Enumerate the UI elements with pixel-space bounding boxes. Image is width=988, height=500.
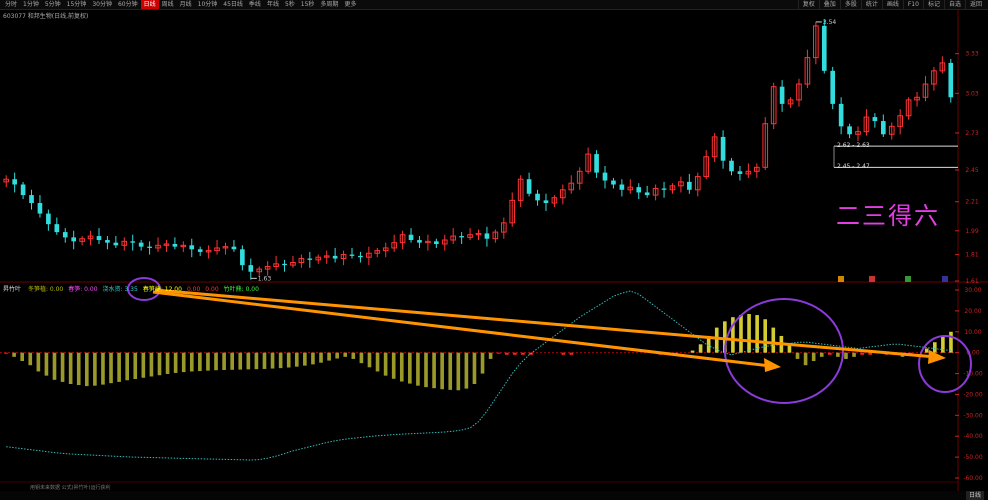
indicator-tick-label: 30.00 (964, 287, 981, 294)
price-tick-label: 3.33 (965, 51, 979, 58)
candle (172, 243, 178, 247)
candle (838, 103, 844, 127)
price-tick-label: 2.73 (965, 130, 979, 137)
candle (821, 25, 827, 71)
indicator-tick-label: 10.00 (964, 329, 981, 336)
candle (644, 192, 650, 196)
candle (661, 188, 667, 190)
candle (197, 249, 203, 252)
candle (189, 245, 195, 250)
candle (417, 240, 422, 243)
candle (71, 237, 77, 242)
candle (847, 126, 852, 135)
indicator-tick-label: -60.00 (963, 475, 983, 482)
indicator-value: 浇水资: 3.35 (102, 286, 138, 293)
annotation-text: 二三得六 (836, 202, 940, 230)
range-lower-label: 2.45 - 2.47 (837, 163, 870, 170)
candle (248, 265, 254, 272)
candle (349, 254, 355, 256)
indicator-tick-label: -40.00 (963, 433, 983, 440)
signal-flag[interactable] (869, 276, 875, 282)
indicator-value: 春笋捷: 12.00 (142, 286, 182, 293)
candle (307, 258, 313, 260)
candle (46, 213, 51, 225)
kline-chart[interactable]: 3.33 3.03 2.73 2.45 2.21 1.99 1.81 1.61 30.00 20.… (0, 0, 988, 500)
candle (434, 241, 439, 244)
daily-button[interactable]: 日线 (965, 491, 984, 500)
price-tick-label: 3.03 (965, 90, 979, 97)
candle (619, 184, 625, 190)
indicator-value: 0.00 (205, 286, 219, 293)
indicator-name[interactable]: 昇竹叶 (3, 286, 21, 293)
candle (948, 62, 954, 98)
candle (594, 154, 599, 173)
candle (535, 193, 540, 201)
indicator-tick-label: -30.00 (963, 412, 983, 419)
candle (729, 160, 734, 172)
candle (96, 236, 102, 241)
candle (240, 249, 245, 266)
candle (459, 236, 464, 238)
indicator-value: 0.00 (186, 286, 201, 293)
signal-flag[interactable] (838, 276, 844, 282)
high-label: 3.54 (823, 19, 837, 26)
annotation-arrow (154, 288, 937, 359)
signal-flag[interactable] (905, 276, 911, 282)
candle (105, 240, 110, 243)
indicator-value: 春笋: 0.00 (68, 286, 98, 293)
candle (54, 224, 60, 233)
candle (282, 263, 287, 266)
candle (29, 195, 34, 204)
candle (880, 121, 886, 135)
annotation-arrow-head (764, 358, 781, 372)
indicator-tick-label: -10.00 (963, 371, 983, 378)
candle (147, 246, 152, 248)
candle (720, 136, 726, 161)
candle (484, 233, 490, 239)
candle (358, 255, 363, 258)
annotation-arrow (152, 290, 771, 368)
candle (130, 241, 136, 243)
indicator-header: 昇竹叶 冬笋植: 0.00 春笋: 0.00 浇水资: 3.35 春笋捷: 12.00… (3, 284, 264, 293)
candle (332, 255, 338, 259)
candle (687, 181, 692, 190)
indicator-tick-label: -20.00 (963, 391, 983, 398)
status-text: 用钥未来数据 公式(昇竹叶)运行获利 (30, 485, 111, 491)
price-tick-label: 1.81 (965, 252, 979, 259)
candle (113, 242, 119, 246)
candle (526, 179, 532, 194)
candle (872, 117, 878, 122)
signal-flag[interactable] (942, 276, 948, 282)
date-axis-bar (0, 491, 988, 500)
indicator-tick-label: 20.00 (964, 308, 981, 315)
candle (12, 179, 17, 185)
candle (602, 172, 608, 181)
candle (737, 171, 743, 174)
indicator-value: 竹叶鼎: 0.00 (223, 286, 259, 293)
price-tick-label: 2.21 (965, 199, 979, 206)
candle (138, 242, 144, 247)
indicator-value: 冬笋植: 0.00 (27, 286, 64, 293)
candle (231, 246, 237, 250)
candle (20, 184, 26, 196)
low-label: 1.63 (258, 275, 272, 282)
price-tick-label: 1.99 (965, 228, 979, 235)
candle (62, 232, 68, 238)
range-upper-label: 2.62 - 2.63 (837, 142, 870, 149)
candle (636, 187, 642, 193)
candle (779, 86, 785, 104)
candle (611, 180, 616, 185)
price-tick-label: 1.61 (965, 278, 979, 285)
candle (37, 203, 43, 214)
candle (543, 200, 549, 204)
candle (830, 70, 836, 104)
candle (408, 234, 414, 241)
price-tick-label: 2.45 (965, 167, 979, 174)
annotation-circle (918, 335, 972, 393)
indicator-tick-label: -50.00 (963, 454, 983, 461)
